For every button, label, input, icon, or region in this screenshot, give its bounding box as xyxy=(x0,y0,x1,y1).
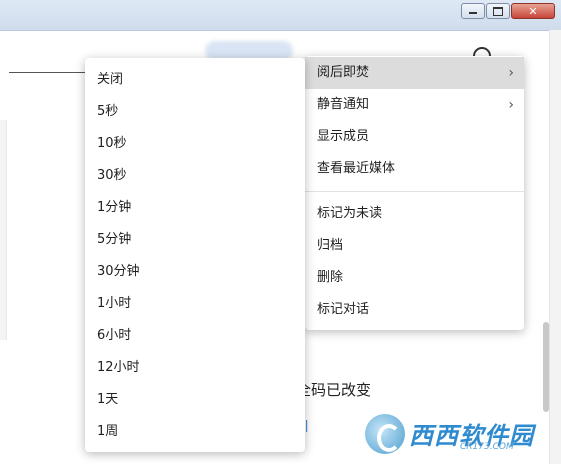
timer-option-label: 1天 xyxy=(97,392,119,407)
scrollbar[interactable] xyxy=(543,322,549,412)
timer-option-1m[interactable]: 1分钟 xyxy=(85,192,305,224)
timer-option-12h[interactable]: 12小时 xyxy=(85,352,305,384)
timer-option-30s[interactable]: 30秒 xyxy=(85,160,305,192)
timer-option-1w[interactable]: 1周 xyxy=(85,416,305,448)
right-panel-edge xyxy=(549,30,561,464)
timer-option-off[interactable]: 关闭 xyxy=(85,64,305,96)
menu-item-recent-media[interactable]: 查看最近媒体 xyxy=(305,153,524,185)
close-button[interactable]: ✕ xyxy=(511,3,555,19)
timer-option-1d[interactable]: 1天 xyxy=(85,384,305,416)
timer-option-label: 5分钟 xyxy=(97,232,132,247)
window-controls: ✕ xyxy=(460,3,555,19)
window-titlebar: ✕ xyxy=(0,0,561,31)
timer-option-label: 1周 xyxy=(97,424,119,439)
close-icon: ✕ xyxy=(528,4,538,18)
watermark-logo-icon xyxy=(365,414,405,454)
timer-option-label: 5秒 xyxy=(97,104,119,119)
menu-item-label: 删除 xyxy=(317,270,344,285)
maximize-icon xyxy=(487,4,509,18)
timer-option-label: 10秒 xyxy=(97,136,127,151)
left-panel-edge xyxy=(0,120,7,340)
timer-option-label: 12小时 xyxy=(97,360,140,375)
menu-item-delete[interactable]: 删除 xyxy=(305,262,524,294)
timer-option-1h[interactable]: 1小时 xyxy=(85,288,305,320)
minimize-button[interactable] xyxy=(461,3,485,19)
chat-context-menu: 阅后即焚 › 静音通知 › 显示成员 查看最近媒体 标记为未读 归档 删除 标记… xyxy=(305,56,524,330)
maximize-button[interactable] xyxy=(486,3,510,19)
watermark-subtitle: CR173.COM xyxy=(460,442,514,452)
minimize-icon xyxy=(462,4,484,18)
menu-divider xyxy=(305,191,524,192)
timer-option-6h[interactable]: 6小时 xyxy=(85,320,305,352)
menu-item-burn-after-read[interactable]: 阅后即焚 › xyxy=(305,57,524,89)
chevron-right-icon: › xyxy=(508,97,514,113)
menu-item-flag-conversation[interactable]: 标记对话 xyxy=(305,294,524,326)
menu-item-mark-unread[interactable]: 标记为未读 xyxy=(305,198,524,230)
timer-option-label: 30分钟 xyxy=(97,264,140,279)
timer-option-label: 1分钟 xyxy=(97,200,132,215)
menu-item-label: 查看最近媒体 xyxy=(317,161,396,176)
menu-item-label: 标记对话 xyxy=(317,302,370,317)
menu-item-label: 静音通知 xyxy=(317,97,370,112)
timer-option-label: 6小时 xyxy=(97,328,132,343)
timer-option-30m[interactable]: 30分钟 xyxy=(85,256,305,288)
menu-item-label: 标记为未读 xyxy=(317,206,383,221)
menu-item-archive[interactable]: 归档 xyxy=(305,230,524,262)
menu-item-label: 阅后即焚 xyxy=(317,65,370,80)
menu-item-label: 归档 xyxy=(317,238,344,253)
timer-option-5m[interactable]: 5分钟 xyxy=(85,224,305,256)
timer-option-label: 关闭 xyxy=(97,72,124,87)
timer-option-label: 1小时 xyxy=(97,296,132,311)
menu-item-show-members[interactable]: 显示成员 xyxy=(305,121,524,153)
burn-timer-submenu: 关闭 5秒 10秒 30秒 1分钟 5分钟 30分钟 1小时 6小时 12小时 … xyxy=(85,58,305,452)
timer-option-5s[interactable]: 5秒 xyxy=(85,96,305,128)
menu-item-mute-notifications[interactable]: 静音通知 › xyxy=(305,89,524,121)
timer-option-label: 30秒 xyxy=(97,168,127,183)
chevron-right-icon: › xyxy=(508,65,514,81)
menu-item-label: 显示成员 xyxy=(317,129,370,144)
timer-option-10s[interactable]: 10秒 xyxy=(85,128,305,160)
background-notice-text: 全码已改变 xyxy=(296,381,372,399)
site-watermark: 西西软件园 CR173.COM xyxy=(365,412,555,458)
